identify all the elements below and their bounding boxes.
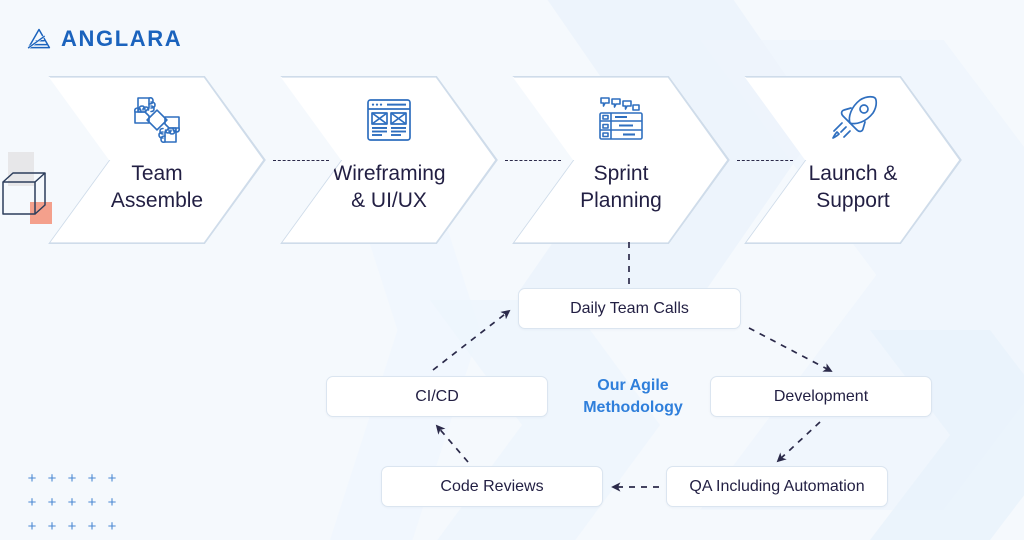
arrow-cicd-to-daily	[432, 309, 511, 371]
flow-node-ci-cd[interactable]: CI/CD	[326, 376, 548, 417]
flow-node-label: Code Reviews	[440, 477, 544, 495]
flow-node-label: CI/CD	[415, 387, 459, 405]
methodology-center-title-line2: Methodology	[583, 399, 683, 416]
methodology-center-title-line1: Our Agile	[597, 377, 669, 394]
arrow-development-to-qa	[776, 421, 821, 463]
arrow-daily-to-development	[748, 327, 833, 372]
flow-node-label: Daily Team Calls	[570, 299, 689, 317]
flow-node-code-reviews[interactable]: Code Reviews	[381, 466, 603, 507]
flow-node-daily-team-calls[interactable]: Daily Team Calls	[518, 288, 741, 329]
arrow-code-reviews-to-cicd	[435, 424, 469, 463]
flow-node-label: Development	[773, 387, 869, 405]
flow-node-label: QA Including Automation	[689, 477, 865, 495]
flow-node-development[interactable]: Development	[710, 376, 932, 417]
flow-node-qa-including-automation[interactable]: QA Including Automation	[666, 466, 888, 507]
methodology-center-title: Our Agile Methodology	[563, 375, 703, 419]
methodology-arrows	[432, 242, 833, 492]
